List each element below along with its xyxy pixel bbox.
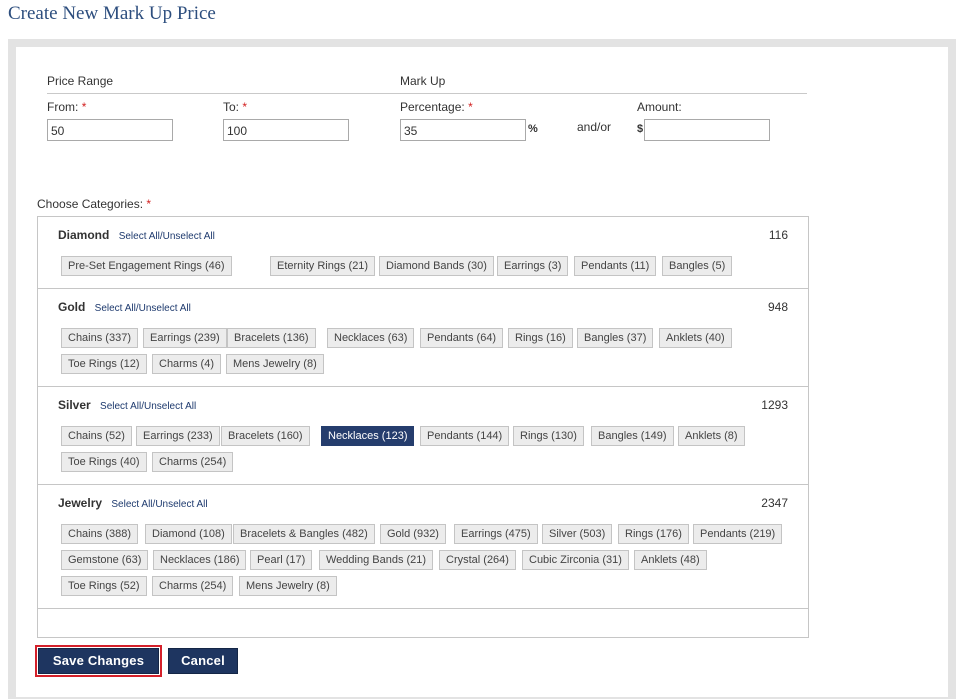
page-title: Create New Mark Up Price <box>8 3 216 24</box>
category-chip[interactable]: Pendants (219) <box>693 524 783 544</box>
unselect-all-link[interactable]: Unselect All <box>144 401 196 412</box>
choose-categories-label: Choose Categories: * <box>37 197 151 211</box>
percentage-label-text: Percentage: <box>400 100 465 114</box>
percent-suffix: % <box>528 123 538 135</box>
category-chip[interactable]: Pre-Set Engagement Rings (46) <box>61 256 232 276</box>
category-chip[interactable]: Toe Rings (12) <box>61 354 147 374</box>
section-divider <box>47 93 807 94</box>
from-label: From: * <box>47 100 86 114</box>
category-chip[interactable]: Bangles (5) <box>662 256 733 276</box>
category-chip[interactable]: Crystal (264) <box>439 550 516 570</box>
categories-box: Diamond Select All/Unselect All 116 Pre-… <box>37 216 809 638</box>
group-header: Silver Select All/Unselect All <box>58 398 196 412</box>
amount-input[interactable] <box>644 119 770 141</box>
category-chip[interactable]: Rings (176) <box>618 524 689 544</box>
group-name: Silver <box>58 398 91 412</box>
select-all-link[interactable]: Select All <box>111 499 152 510</box>
from-label-text: From: <box>47 100 79 114</box>
unselect-all-link[interactable]: Unselect All <box>139 303 191 314</box>
category-chip[interactable]: Mens Jewelry (8) <box>226 354 324 374</box>
group-header: Gold Select All/Unselect All <box>58 300 191 314</box>
category-chip[interactable]: Necklaces (186) <box>153 550 247 570</box>
category-chip[interactable]: Bracelets (160) <box>221 426 310 446</box>
category-chip[interactable]: Eternity Rings (21) <box>270 256 376 276</box>
percentage-label: Percentage: * <box>400 100 473 114</box>
category-chip[interactable]: Silver (503) <box>542 524 613 544</box>
category-group-diamond: Diamond Select All/Unselect All 116 Pre-… <box>38 217 808 289</box>
amount-label: Amount: <box>637 100 682 114</box>
category-chip[interactable]: Toe Rings (40) <box>61 452 147 472</box>
category-chip[interactable]: Chains (388) <box>61 524 138 544</box>
group-name: Gold <box>58 300 86 314</box>
category-chip[interactable]: Pearl (17) <box>250 550 313 570</box>
choose-categories-text: Choose Categories: <box>37 197 144 211</box>
select-all-link[interactable]: Select All <box>119 231 160 242</box>
category-chip[interactable]: Toe Rings (52) <box>61 576 147 596</box>
category-chip[interactable]: Rings (16) <box>508 328 573 348</box>
percentage-input[interactable] <box>400 119 526 141</box>
category-chip[interactable]: Earrings (233) <box>136 426 220 446</box>
category-chip[interactable]: Gold (932) <box>380 524 446 544</box>
required-marker: * <box>146 197 152 211</box>
category-chip[interactable]: Wedding Bands (21) <box>319 550 434 570</box>
category-chip[interactable]: Bracelets & Bangles (482) <box>233 524 375 544</box>
category-chip[interactable]: Diamond (108) <box>145 524 232 544</box>
category-group-jewelry: Jewelry Select All/Unselect All 2347 Cha… <box>38 485 808 609</box>
category-chip[interactable]: Chains (337) <box>61 328 138 348</box>
save-changes-button[interactable]: Save Changes <box>35 645 162 677</box>
category-chip[interactable]: Bangles (149) <box>591 426 674 446</box>
category-chip[interactable]: Cubic Zirconia (31) <box>522 550 629 570</box>
required-marker: * <box>242 100 248 114</box>
category-chip[interactable]: Anklets (48) <box>634 550 707 570</box>
category-group-gold: Gold Select All/Unselect All 948 Chains … <box>38 289 808 387</box>
to-label: To: * <box>223 100 247 114</box>
category-group-silver: Silver Select All/Unselect All 1293 Chai… <box>38 387 808 485</box>
category-chip[interactable]: Bangles (37) <box>577 328 654 348</box>
category-chip[interactable]: Charms (254) <box>152 452 234 472</box>
category-chip[interactable]: Charms (4) <box>152 354 222 374</box>
category-chip[interactable]: Chains (52) <box>61 426 132 446</box>
required-marker: * <box>468 100 473 114</box>
mark-up-heading: Mark Up <box>400 74 446 88</box>
cancel-button[interactable]: Cancel <box>168 648 238 674</box>
group-header: Diamond Select All/Unselect All <box>58 228 215 242</box>
to-label-text: To: <box>223 100 240 114</box>
currency-prefix: $ <box>637 123 644 135</box>
select-all-link[interactable]: Select All <box>100 401 141 412</box>
group-count: 1293 <box>761 398 788 412</box>
group-name: Diamond <box>58 228 110 242</box>
category-chip[interactable]: Pendants (11) <box>574 256 657 276</box>
category-chip[interactable]: Earrings (475) <box>454 524 538 544</box>
price-range-heading: Price Range <box>47 74 114 88</box>
group-count: 948 <box>767 300 788 314</box>
group-name: Jewelry <box>58 496 103 510</box>
select-all-link[interactable]: Select All <box>95 303 136 314</box>
category-chip[interactable]: Pendants (144) <box>420 426 510 446</box>
category-chip[interactable]: Gemstone (63) <box>61 550 149 570</box>
category-chip[interactable]: Mens Jewelry (8) <box>239 576 337 596</box>
category-chip[interactable]: Diamond Bands (30) <box>379 256 494 276</box>
category-chip-selected[interactable]: Necklaces (123) <box>321 426 415 446</box>
category-chip[interactable]: Pendants (64) <box>420 328 504 348</box>
and-or-text: and/or <box>577 120 612 134</box>
from-price-input[interactable] <box>47 119 173 141</box>
required-marker: * <box>81 100 87 114</box>
category-chip[interactable]: Earrings (3) <box>497 256 569 276</box>
unselect-all-link[interactable]: Unselect All <box>163 231 215 242</box>
category-chip[interactable]: Necklaces (63) <box>327 328 415 348</box>
category-chip[interactable]: Anklets (40) <box>659 328 732 348</box>
unselect-all-link[interactable]: Unselect All <box>155 499 207 510</box>
to-price-input[interactable] <box>223 119 349 141</box>
group-header: Jewelry Select All/Unselect All <box>58 496 208 510</box>
group-count: 116 <box>768 228 788 242</box>
category-chip[interactable]: Anklets (8) <box>678 426 745 446</box>
category-chip[interactable]: Earrings (239) <box>143 328 227 348</box>
group-count: 2347 <box>761 496 788 510</box>
category-chip[interactable]: Bracelets (136) <box>227 328 316 348</box>
category-chip[interactable]: Rings (130) <box>513 426 584 446</box>
category-chip[interactable]: Charms (254) <box>152 576 234 596</box>
